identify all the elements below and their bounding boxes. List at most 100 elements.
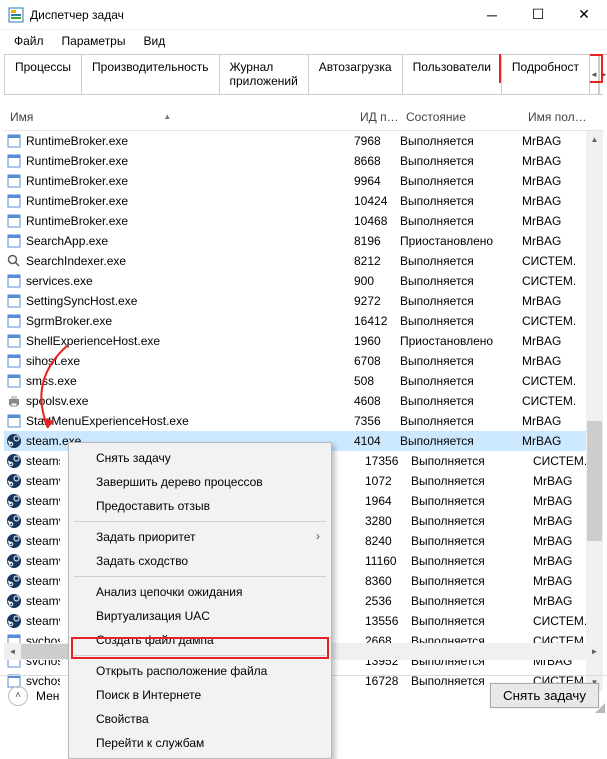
- fewer-details-button[interactable]: ˄: [8, 686, 28, 706]
- menu-end-tree[interactable]: Завершить дерево процессов: [72, 470, 328, 494]
- process-user: СИСТЕМ.: [522, 314, 592, 328]
- table-row[interactable]: StartMenuExperienceHost.exe7356Выполняет…: [4, 411, 603, 431]
- close-button[interactable]: ✕: [561, 0, 607, 30]
- tab-processes[interactable]: Процессы: [4, 54, 82, 94]
- table-row[interactable]: smss.exe508ВыполняетсяСИСТЕМ.: [4, 371, 603, 391]
- process-state: Выполняется: [411, 554, 533, 568]
- process-name: ShellExperienceHost.exe: [26, 334, 160, 348]
- column-state[interactable]: Состояние: [400, 106, 522, 128]
- steam-icon: [6, 533, 22, 549]
- steam-icon: [6, 553, 22, 569]
- steam-icon: [6, 593, 22, 609]
- scroll-left-icon[interactable]: ◄: [4, 647, 21, 656]
- process-pid: 9964: [354, 174, 400, 188]
- menu-separator: [74, 576, 326, 577]
- process-state: Выполняется: [400, 434, 522, 448]
- app-icon: [6, 373, 22, 389]
- app-icon: [6, 333, 22, 349]
- maximize-button[interactable]: ☐: [515, 0, 561, 30]
- app-icon: [6, 213, 22, 229]
- column-user[interactable]: Имя пол…: [522, 106, 592, 128]
- app-icon: [6, 133, 22, 149]
- steam-icon: [6, 493, 22, 509]
- tab-users[interactable]: Пользователи: [402, 54, 502, 94]
- table-row[interactable]: RuntimeBroker.exe7968ВыполняетсяMrBAG: [4, 131, 603, 151]
- table-row[interactable]: RuntimeBroker.exe10468ВыполняетсяMrBAG: [4, 211, 603, 231]
- tab-performance[interactable]: Производительность: [81, 54, 219, 94]
- menu-wait-chain[interactable]: Анализ цепочки ожидания: [72, 580, 328, 604]
- menu-uac[interactable]: Виртуализация UAC: [72, 604, 328, 628]
- process-name: SettingSyncHost.exe: [26, 294, 137, 308]
- process-name: services.exe: [26, 274, 93, 288]
- menu-goto-services[interactable]: Перейти к службам: [72, 731, 328, 755]
- table-row[interactable]: RuntimeBroker.exe10424ВыполняетсяMrBAG: [4, 191, 603, 211]
- process-state: Выполняется: [411, 474, 533, 488]
- menu-dump[interactable]: Создать файл дампа: [72, 628, 328, 652]
- end-task-button[interactable]: Снять задачу: [490, 683, 599, 708]
- process-state: Выполняется: [400, 354, 522, 368]
- process-user: MrBAG: [522, 414, 592, 428]
- column-name[interactable]: Имя▲: [4, 106, 354, 128]
- process-pid: 10468: [354, 214, 400, 228]
- process-state: Выполняется: [400, 214, 522, 228]
- table-row[interactable]: ShellExperienceHost.exe1960Приостановлен…: [4, 331, 603, 351]
- process-state: Выполняется: [411, 454, 533, 468]
- process-pid: 7356: [354, 414, 400, 428]
- process-name: RuntimeBroker.exe: [26, 154, 128, 168]
- table-row[interactable]: spoolsv.exe4608ВыполняетсяСИСТЕМ.: [4, 391, 603, 411]
- menu-properties[interactable]: Свойства: [72, 707, 328, 731]
- minimize-button[interactable]: ─: [469, 0, 515, 30]
- tab-startup[interactable]: Автозагрузка: [308, 54, 403, 94]
- menu-file[interactable]: Файл: [6, 32, 52, 50]
- process-name: RuntimeBroker.exe: [26, 134, 128, 148]
- process-name: steamv: [26, 614, 60, 628]
- tab-scroll-right[interactable]: ►: [599, 54, 607, 94]
- process-name: steamv: [26, 494, 60, 508]
- tab-app-history[interactable]: Журнал приложений: [219, 54, 309, 94]
- table-row[interactable]: services.exe900ВыполняетсяСИСТЕМ.: [4, 271, 603, 291]
- scrollbar-thumb[interactable]: [587, 421, 602, 541]
- column-pid[interactable]: ИД п…: [354, 106, 400, 128]
- process-pid: 8360: [365, 574, 411, 588]
- table-row[interactable]: SettingSyncHost.exe9272ВыполняетсяMrBAG: [4, 291, 603, 311]
- process-pid: 4104: [354, 434, 400, 448]
- process-pid: 8196: [354, 234, 400, 248]
- menu-feedback[interactable]: Предоставить отзыв: [72, 494, 328, 518]
- table-row[interactable]: sihost.exe6708ВыполняетсяMrBAG: [4, 351, 603, 371]
- process-user: MrBAG: [522, 354, 592, 368]
- menu-view[interactable]: Вид: [135, 32, 173, 50]
- table-row[interactable]: SearchIndexer.exe8212ВыполняетсяСИСТЕМ.: [4, 251, 603, 271]
- table-row[interactable]: RuntimeBroker.exe9964ВыполняетсяMrBAG: [4, 171, 603, 191]
- steam-icon: [6, 513, 22, 529]
- process-name: sihost.exe: [26, 354, 80, 368]
- tab-details[interactable]: Подробност: [501, 54, 590, 94]
- table-header: Имя▲ ИД п… Состояние Имя пол…: [4, 103, 603, 131]
- menu-affinity[interactable]: Задать сходство: [72, 549, 328, 573]
- table-row[interactable]: SgrmBroker.exe16412ВыполняетсяСИСТЕМ.: [4, 311, 603, 331]
- process-name: steamv: [26, 554, 60, 568]
- process-user: СИСТЕМ.: [522, 274, 592, 288]
- vertical-scrollbar[interactable]: ▲ ▼: [586, 131, 603, 691]
- steam-icon: [6, 573, 22, 589]
- menu-end-task[interactable]: Снять задачу: [72, 446, 328, 470]
- app-icon: [6, 273, 22, 289]
- process-state: Выполняется: [400, 314, 522, 328]
- scroll-right-icon[interactable]: ►: [586, 647, 603, 656]
- table-row[interactable]: SearchApp.exe8196ПриостановленоMrBAG: [4, 231, 603, 251]
- process-state: Выполняется: [411, 594, 533, 608]
- process-pid: 900: [354, 274, 400, 288]
- process-user: MrBAG: [522, 214, 592, 228]
- menu-open-location[interactable]: Открыть расположение файла: [72, 659, 328, 683]
- process-name: steamv: [26, 474, 60, 488]
- menu-options[interactable]: Параметры: [54, 32, 134, 50]
- table-row[interactable]: RuntimeBroker.exe8668ВыполняетсяMrBAG: [4, 151, 603, 171]
- process-user: СИСТЕМ.: [522, 394, 592, 408]
- app-icon: [6, 153, 22, 169]
- resize-grip[interactable]: [591, 699, 605, 713]
- menu-priority[interactable]: Задать приоритет: [72, 525, 328, 549]
- process-name: smss.exe: [26, 374, 77, 388]
- tab-scroll-left[interactable]: ◄: [589, 54, 599, 94]
- menu-search-online[interactable]: Поиск в Интернете: [72, 683, 328, 707]
- menu-separator: [74, 655, 326, 656]
- scroll-up-icon[interactable]: ▲: [586, 131, 603, 148]
